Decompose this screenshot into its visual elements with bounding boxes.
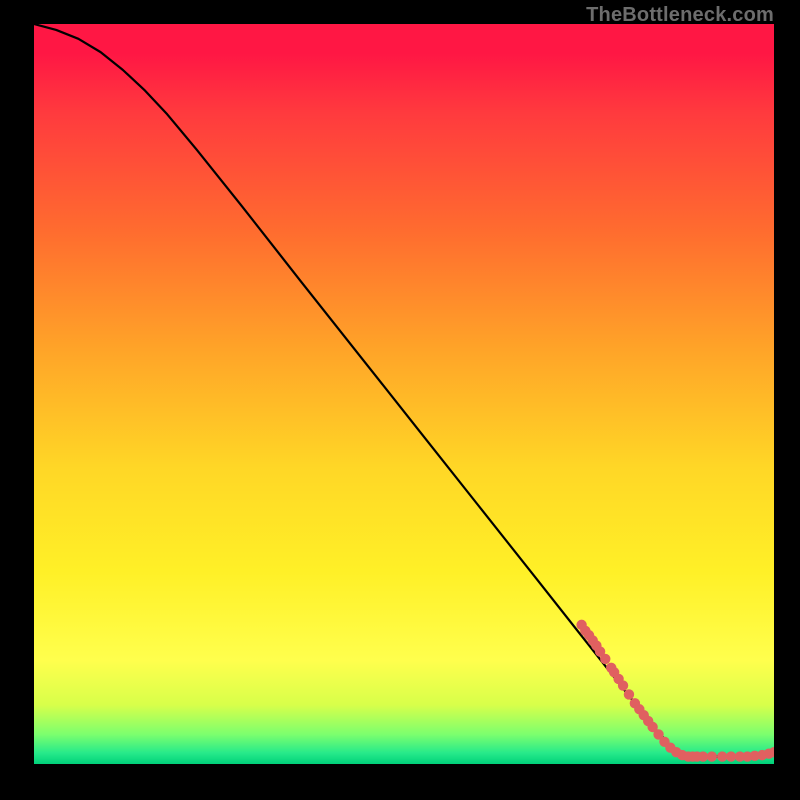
data-point	[600, 654, 610, 664]
data-points-group	[576, 620, 774, 762]
data-point	[618, 680, 628, 690]
data-point	[624, 689, 634, 699]
data-point	[717, 751, 727, 761]
chart-stage: TheBottleneck.com	[0, 0, 800, 800]
data-point	[726, 751, 736, 761]
plot-area	[34, 24, 774, 764]
points-layer	[34, 24, 774, 764]
data-point	[707, 751, 717, 761]
data-point	[698, 751, 708, 761]
